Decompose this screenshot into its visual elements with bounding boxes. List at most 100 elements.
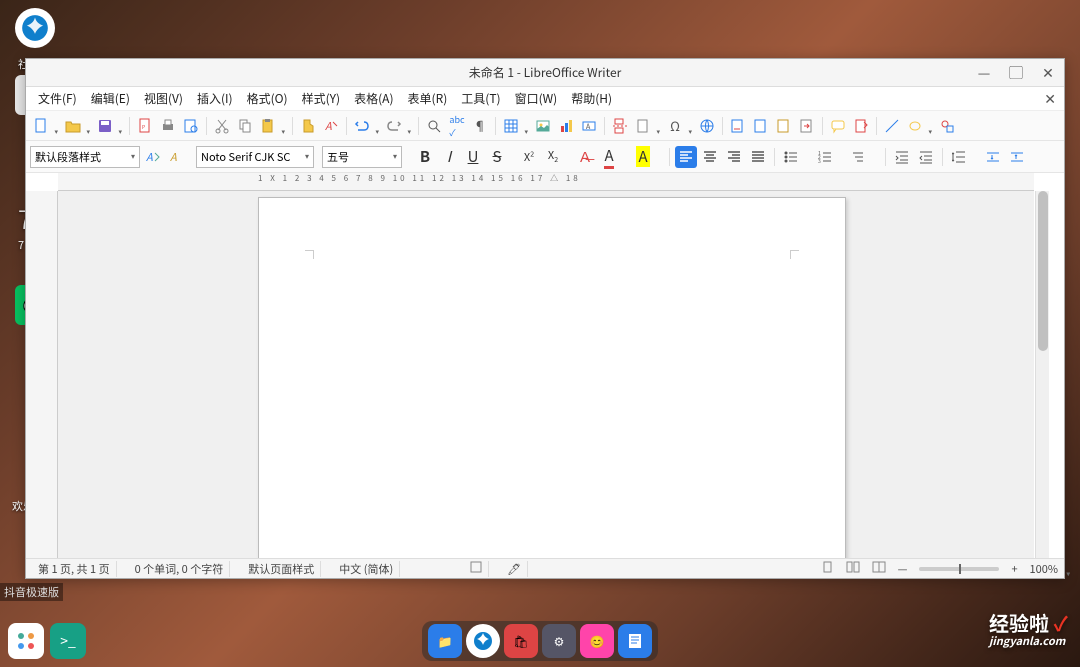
open-button[interactable]: [62, 115, 84, 137]
status-words[interactable]: 0 个单词, 0 个字符: [129, 561, 231, 577]
underline-button[interactable]: U: [462, 146, 484, 168]
font-size-combo[interactable]: 五号: [322, 146, 402, 168]
bullet-list-button[interactable]: [780, 146, 802, 168]
view-multi-icon[interactable]: [846, 561, 860, 577]
dock-store-icon[interactable]: 🛍: [504, 624, 538, 658]
menu-view[interactable]: 视图(V): [138, 88, 189, 109]
page[interactable]: [258, 197, 846, 558]
close-button[interactable]: ✕: [1038, 63, 1058, 83]
font-name-combo[interactable]: Noto Serif CJK SC: [196, 146, 314, 168]
find-button[interactable]: [423, 115, 445, 137]
view-book-icon[interactable]: [872, 561, 886, 577]
menu-table[interactable]: 表格(A): [348, 88, 399, 109]
deepin-logo-icon[interactable]: [15, 8, 55, 48]
dock-writer-icon[interactable]: [618, 624, 652, 658]
shapes-button[interactable]: [904, 115, 926, 137]
ruler-vertical[interactable]: [26, 191, 58, 558]
field-insert-button[interactable]: [632, 115, 654, 137]
menu-window[interactable]: 窗口(W): [509, 88, 564, 109]
font-effects-button[interactable]: A̶: [574, 146, 596, 168]
paragraph-style-combo[interactable]: 默认段落样式: [30, 146, 140, 168]
new-button[interactable]: [30, 115, 52, 137]
outline-button[interactable]: [848, 146, 870, 168]
formatting-marks-button[interactable]: ¶: [469, 115, 491, 137]
status-sel[interactable]: [464, 561, 489, 577]
zoom-in-button[interactable]: +: [1011, 561, 1017, 577]
increase-indent-button[interactable]: [891, 146, 913, 168]
menu-insert[interactable]: 插入(I): [191, 88, 239, 109]
track-changes-button[interactable]: [850, 115, 872, 137]
menu-file[interactable]: 文件(F): [32, 88, 83, 109]
chart-insert-button[interactable]: [555, 115, 577, 137]
maximize-button[interactable]: ▢: [1006, 63, 1026, 83]
endnote-button[interactable]: [750, 115, 772, 137]
clone-format-button[interactable]: [297, 115, 319, 137]
menu-edit[interactable]: 编辑(E): [85, 88, 136, 109]
align-justify-button[interactable]: [747, 146, 769, 168]
cross-ref-button[interactable]: [796, 115, 818, 137]
italic-button[interactable]: I: [438, 146, 460, 168]
footnote-button[interactable]: [727, 115, 749, 137]
save-button[interactable]: [94, 115, 116, 137]
status-lang[interactable]: 中文 (简体): [333, 561, 400, 577]
menu-styles[interactable]: 样式(Y): [296, 88, 346, 109]
terminal-icon[interactable]: >_: [50, 623, 86, 659]
doc-close-icon[interactable]: ✕: [1044, 89, 1056, 109]
zoom-value[interactable]: 100%: [1030, 561, 1058, 577]
update-style-button[interactable]: A: [142, 146, 164, 168]
font-color-button[interactable]: A: [598, 146, 620, 168]
undo-button[interactable]: [351, 115, 373, 137]
para-space-inc-button[interactable]: [982, 146, 1004, 168]
table-insert-button[interactable]: [500, 115, 522, 137]
titlebar[interactable]: 未命名 1 - LibreOffice Writer — ▢ ✕: [26, 59, 1064, 87]
superscript-button[interactable]: X2: [518, 146, 540, 168]
hyperlink-button[interactable]: [696, 115, 718, 137]
redo-button[interactable]: [383, 115, 405, 137]
document-canvas[interactable]: [58, 191, 1034, 558]
minimize-button[interactable]: —: [974, 63, 994, 83]
status-page[interactable]: 第 1 页, 共 1 页: [32, 561, 117, 577]
zoom-slider[interactable]: [919, 567, 999, 571]
dock-app-icon[interactable]: 😊: [580, 624, 614, 658]
subscript-button[interactable]: X2: [542, 146, 564, 168]
bookmark-button[interactable]: [773, 115, 795, 137]
align-right-button[interactable]: [723, 146, 745, 168]
special-char-button[interactable]: Ω: [664, 115, 686, 137]
copy-button[interactable]: [234, 115, 256, 137]
ruler-horizontal[interactable]: 1 X 1 2 3 4 5 6 7 8 9 10 11 12 13 14 15 …: [58, 173, 1034, 191]
print-button[interactable]: [157, 115, 179, 137]
zoom-out-button[interactable]: —: [898, 561, 908, 577]
bold-button[interactable]: B: [414, 146, 436, 168]
dock-browser-icon[interactable]: [466, 624, 500, 658]
comment-button[interactable]: [827, 115, 849, 137]
dock-files-icon[interactable]: 📁: [428, 624, 462, 658]
decrease-indent-button[interactable]: [915, 146, 937, 168]
vertical-scrollbar[interactable]: [1035, 191, 1049, 558]
strikethrough-button[interactable]: S: [486, 146, 508, 168]
highlight-button[interactable]: A: [632, 146, 654, 168]
launcher-icon[interactable]: [8, 623, 44, 659]
line-spacing-button[interactable]: [948, 146, 970, 168]
clear-format-button[interactable]: A: [320, 115, 342, 137]
page-break-button[interactable]: [609, 115, 631, 137]
new-style-button[interactable]: A: [166, 146, 188, 168]
spellcheck-button[interactable]: abc✓: [446, 115, 468, 137]
draw-functions-button[interactable]: [936, 115, 958, 137]
paste-button[interactable]: [257, 115, 279, 137]
status-pagestyle[interactable]: 默认页面样式: [242, 561, 321, 577]
menu-form[interactable]: 表单(R): [402, 88, 454, 109]
number-list-button[interactable]: 123: [814, 146, 836, 168]
print-preview-button[interactable]: [180, 115, 202, 137]
align-center-button[interactable]: [699, 146, 721, 168]
image-insert-button[interactable]: [532, 115, 554, 137]
status-sig[interactable]: 🖊: [501, 561, 528, 577]
para-space-dec-button[interactable]: [1006, 146, 1028, 168]
menu-help[interactable]: 帮助(H): [565, 88, 618, 109]
menu-format[interactable]: 格式(O): [241, 88, 294, 109]
view-single-icon[interactable]: [822, 561, 834, 577]
align-left-button[interactable]: [675, 146, 697, 168]
line-button[interactable]: [881, 115, 903, 137]
export-pdf-button[interactable]: P: [134, 115, 156, 137]
cut-button[interactable]: [211, 115, 233, 137]
menu-tools[interactable]: 工具(T): [455, 88, 506, 109]
